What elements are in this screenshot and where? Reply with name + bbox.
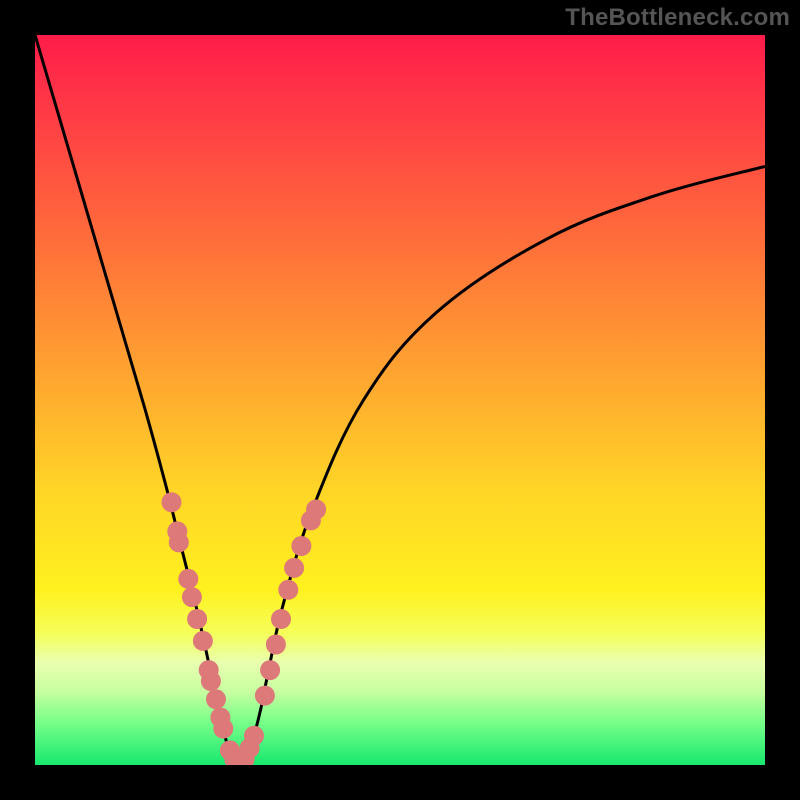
- curve-marker: [244, 726, 264, 746]
- watermark-text: TheBottleneck.com: [565, 4, 790, 32]
- curve-markers: [162, 492, 327, 765]
- bottleneck-curve: [35, 35, 765, 765]
- curve-marker: [178, 569, 198, 589]
- curve-marker: [284, 558, 304, 578]
- curve-marker: [193, 631, 213, 651]
- curve-marker: [162, 492, 182, 512]
- curve-marker: [291, 536, 311, 556]
- curve-marker: [255, 686, 275, 706]
- curve-marker: [306, 500, 326, 520]
- curve-marker: [278, 580, 298, 600]
- curve-marker: [260, 660, 280, 680]
- curve-marker: [182, 587, 202, 607]
- curve-marker: [213, 719, 233, 739]
- curve-marker: [206, 689, 226, 709]
- curve-marker: [201, 671, 221, 691]
- chart-frame: [0, 0, 800, 800]
- curve-marker: [169, 532, 189, 552]
- plot-area: [35, 35, 765, 765]
- chart-container: TheBottleneck.com: [0, 0, 800, 800]
- curve-marker: [266, 635, 286, 655]
- curve-svg: [35, 35, 765, 765]
- curve-marker: [187, 609, 207, 629]
- curve-marker: [271, 609, 291, 629]
